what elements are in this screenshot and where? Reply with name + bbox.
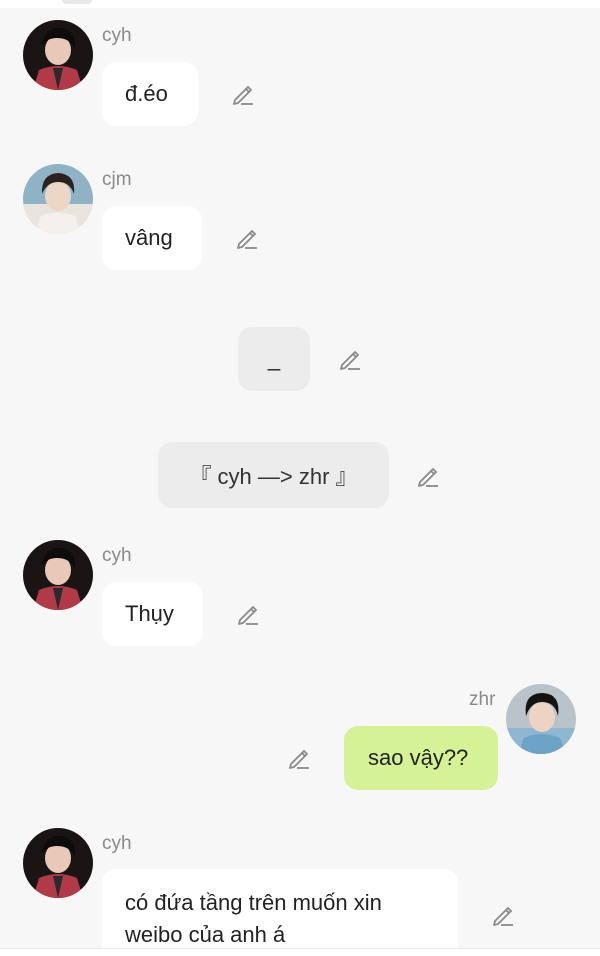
sender-name: cyh — [102, 545, 132, 566]
sender-name: zhr — [469, 689, 496, 710]
avatar-zhr[interactable] — [506, 684, 576, 754]
sender-name: cyh — [102, 833, 132, 854]
system-message[interactable]: _ — [238, 327, 310, 391]
pencil-icon[interactable] — [235, 601, 261, 627]
pencil-icon[interactable] — [286, 745, 312, 771]
chat-screen: cyh đ.éo cjm vâng _ 『 cyh —> zhr 』 cyh T… — [0, 0, 600, 956]
message-bubble[interactable]: vâng — [102, 206, 202, 270]
message-bubble[interactable]: có đứa tầng trên muốn xin weibo của anh … — [102, 869, 458, 956]
avatar-cjm[interactable] — [23, 164, 93, 234]
pencil-icon[interactable] — [415, 463, 441, 489]
sender-name: cyh — [102, 25, 132, 46]
message-bubble[interactable]: Thụy — [102, 582, 203, 646]
pencil-icon[interactable] — [234, 225, 260, 251]
pencil-icon[interactable] — [337, 346, 363, 372]
system-message[interactable]: 『 cyh —> zhr 』 — [158, 442, 389, 508]
sender-name: cjm — [102, 169, 132, 190]
pencil-icon[interactable] — [490, 902, 516, 928]
message-bubble[interactable]: đ.éo — [102, 62, 198, 126]
own-message-bubble[interactable]: sao vậy?? — [344, 726, 498, 790]
avatar-cyh[interactable] — [23, 540, 93, 610]
avatar-cyh[interactable] — [23, 828, 93, 898]
top-edge — [0, 0, 600, 8]
avatar-cyh[interactable] — [23, 20, 93, 90]
bottom-edge — [0, 948, 600, 956]
top-handle — [62, 0, 92, 4]
pencil-icon[interactable] — [230, 81, 256, 107]
